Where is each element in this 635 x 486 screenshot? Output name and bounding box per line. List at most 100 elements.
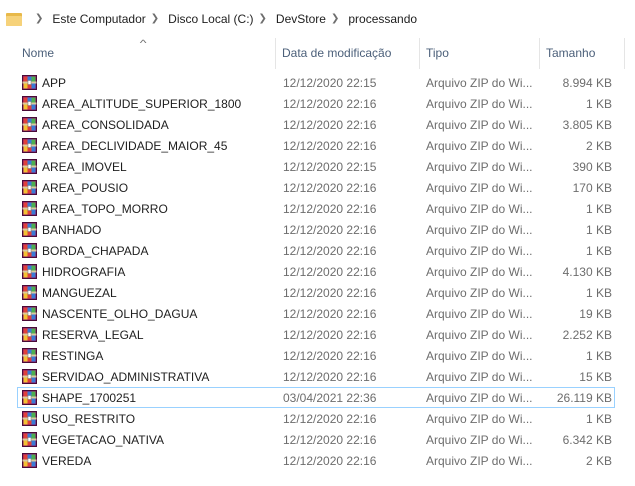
file-row[interactable]: RESERVA_LEGAL 12/12/2020 22:16 Arquivo Z… <box>17 324 615 345</box>
column-divider[interactable] <box>539 38 540 69</box>
file-size: 390 KB <box>572 160 612 174</box>
file-size: 4.130 KB <box>562 265 612 279</box>
file-name: VEGETACAO_NATIVA <box>42 433 165 447</box>
winrar-archive-icon <box>22 306 37 321</box>
file-row[interactable]: SHAPE_1700251 03/04/2021 22:36 Arquivo Z… <box>17 387 615 408</box>
column-header-name[interactable]: Nome <box>22 46 54 60</box>
folder-icon <box>6 12 22 26</box>
winrar-archive-icon <box>22 369 37 384</box>
file-type: Arquivo ZIP do Wi... <box>426 265 533 279</box>
file-row[interactable]: HIDROGRAFIA 12/12/2020 22:16 Arquivo ZIP… <box>17 261 615 282</box>
file-size: 2 KB <box>585 139 612 153</box>
winrar-archive-icon <box>22 453 37 468</box>
chevron-right-icon[interactable]: ❯ <box>259 13 267 24</box>
column-header-type[interactable]: Tipo <box>426 46 449 60</box>
chevron-right-icon[interactable]: ❯ <box>331 13 339 24</box>
file-date: 12/12/2020 22:16 <box>283 244 377 258</box>
file-row[interactable]: AREA_IMOVEL 12/12/2020 22:15 Arquivo ZIP… <box>17 156 615 177</box>
file-type: Arquivo ZIP do Wi... <box>426 139 533 153</box>
file-type: Arquivo ZIP do Wi... <box>426 433 533 447</box>
winrar-archive-icon <box>22 222 37 237</box>
file-type: Arquivo ZIP do Wi... <box>426 181 533 195</box>
file-size: 1 KB <box>585 223 612 237</box>
file-size: 1 KB <box>585 202 612 216</box>
file-size: 1 KB <box>585 349 612 363</box>
file-name: MANGUEZAL <box>42 286 117 300</box>
file-row[interactable]: VEGETACAO_NATIVA 12/12/2020 22:16 Arquiv… <box>17 429 615 450</box>
breadcrumb-item-devstore[interactable]: DevStore <box>276 12 326 26</box>
file-date: 12/12/2020 22:16 <box>283 181 377 195</box>
file-date: 12/12/2020 22:16 <box>283 265 377 279</box>
file-date: 12/12/2020 22:16 <box>283 286 377 300</box>
file-row[interactable]: APP 12/12/2020 22:15 Arquivo ZIP do Wi..… <box>17 72 615 93</box>
winrar-archive-icon <box>22 432 37 447</box>
file-type: Arquivo ZIP do Wi... <box>426 244 533 258</box>
file-size: 1 KB <box>585 97 612 111</box>
file-row[interactable]: BANHADO 12/12/2020 22:16 Arquivo ZIP do … <box>17 219 615 240</box>
breadcrumb-item-computer[interactable]: Este Computador <box>52 12 145 26</box>
winrar-archive-icon <box>22 348 37 363</box>
file-name: RESTINGA <box>42 349 104 363</box>
file-name: AREA_DECLIVIDADE_MAIOR_45 <box>42 139 228 153</box>
winrar-archive-icon <box>22 138 37 153</box>
file-size: 170 KB <box>572 181 612 195</box>
file-row[interactable]: RESTINGA 12/12/2020 22:16 Arquivo ZIP do… <box>17 345 615 366</box>
file-row[interactable]: MANGUEZAL 12/12/2020 22:16 Arquivo ZIP d… <box>17 282 615 303</box>
file-row[interactable]: AREA_DECLIVIDADE_MAIOR_45 12/12/2020 22:… <box>17 135 615 156</box>
breadcrumb-item-processando[interactable]: processando <box>348 12 417 26</box>
file-type: Arquivo ZIP do Wi... <box>426 223 533 237</box>
file-size: 15 KB <box>579 370 612 384</box>
file-date: 12/12/2020 22:16 <box>283 97 377 111</box>
file-size: 6.342 KB <box>562 433 612 447</box>
file-date: 12/12/2020 22:16 <box>283 139 377 153</box>
file-type: Arquivo ZIP do Wi... <box>426 349 533 363</box>
file-row[interactable]: NASCENTE_OLHO_DAGUA 12/12/2020 22:16 Arq… <box>17 303 615 324</box>
winrar-archive-icon <box>22 411 37 426</box>
file-date: 12/12/2020 22:16 <box>283 454 377 468</box>
winrar-archive-icon <box>22 180 37 195</box>
file-date: 12/12/2020 22:16 <box>283 118 377 132</box>
file-row[interactable]: AREA_TOPO_MORRO 12/12/2020 22:16 Arquivo… <box>17 198 615 219</box>
file-date: 12/12/2020 22:16 <box>283 349 377 363</box>
column-divider[interactable] <box>419 38 420 69</box>
winrar-archive-icon <box>22 117 37 132</box>
file-date: 03/04/2021 22:36 <box>283 391 377 405</box>
file-name: BANHADO <box>42 223 102 237</box>
breadcrumb-item-drive[interactable]: Disco Local (C:) <box>168 12 253 26</box>
chevron-right-icon[interactable]: ❯ <box>151 13 159 24</box>
winrar-archive-icon <box>22 96 37 111</box>
file-date: 12/12/2020 22:16 <box>283 223 377 237</box>
file-row[interactable]: SERVIDAO_ADMINISTRATIVA 12/12/2020 22:16… <box>17 366 615 387</box>
file-type: Arquivo ZIP do Wi... <box>426 412 533 426</box>
file-name: AREA_IMOVEL <box>42 160 127 174</box>
file-type: Arquivo ZIP do Wi... <box>426 118 533 132</box>
file-row[interactable]: VEREDA 12/12/2020 22:16 Arquivo ZIP do W… <box>17 450 615 471</box>
file-row[interactable]: BORDA_CHAPADA 12/12/2020 22:16 Arquivo Z… <box>17 240 615 261</box>
file-size: 26.119 KB <box>556 391 612 405</box>
column-header-size[interactable]: Tamanho <box>546 46 595 60</box>
file-row[interactable]: AREA_POUSIO 12/12/2020 22:16 Arquivo ZIP… <box>17 177 615 198</box>
file-type: Arquivo ZIP do Wi... <box>426 370 533 384</box>
column-header-row: Nome Data de modificação Tipo Tamanho <box>0 38 635 69</box>
file-size: 1 KB <box>585 412 612 426</box>
file-name: VEREDA <box>42 454 92 468</box>
chevron-right-icon[interactable]: ❯ <box>35 13 43 24</box>
file-size: 2 KB <box>585 454 612 468</box>
file-size: 19 KB <box>579 307 612 321</box>
file-row[interactable]: AREA_ALTITUDE_SUPERIOR_1800 12/12/2020 2… <box>17 93 615 114</box>
winrar-archive-icon <box>22 390 37 405</box>
column-header-date[interactable]: Data de modificação <box>282 46 391 60</box>
winrar-archive-icon <box>22 264 37 279</box>
file-date: 12/12/2020 22:16 <box>283 370 377 384</box>
file-name: USO_RESTRITO <box>42 412 136 426</box>
file-row[interactable]: AREA_CONSOLIDADA 12/12/2020 22:16 Arquiv… <box>17 114 615 135</box>
winrar-archive-icon <box>22 201 37 216</box>
file-date: 12/12/2020 22:16 <box>283 328 377 342</box>
file-type: Arquivo ZIP do Wi... <box>426 202 533 216</box>
column-divider[interactable] <box>275 38 276 69</box>
column-divider[interactable] <box>624 38 625 69</box>
file-row[interactable]: USO_RESTRITO 12/12/2020 22:16 Arquivo ZI… <box>17 408 615 429</box>
file-date: 12/12/2020 22:15 <box>283 76 377 90</box>
winrar-archive-icon <box>22 243 37 258</box>
file-date: 12/12/2020 22:16 <box>283 202 377 216</box>
